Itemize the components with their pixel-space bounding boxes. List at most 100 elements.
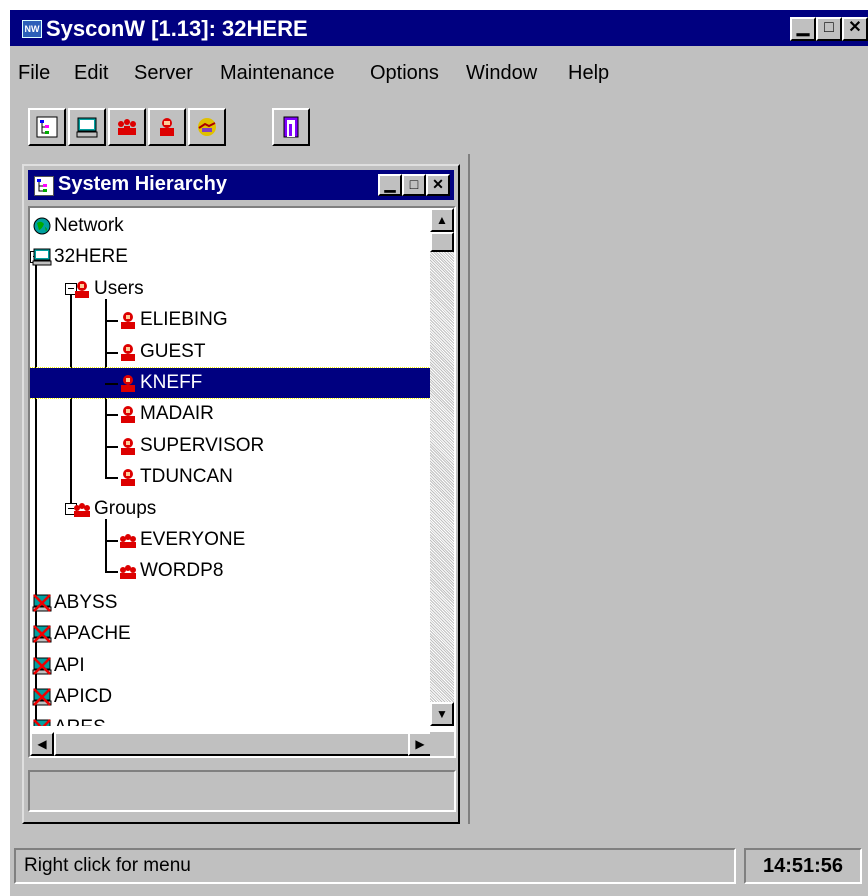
tree-connector: [105, 445, 118, 448]
tree-node-api[interactable]: API: [32, 651, 430, 681]
server-button[interactable]: [68, 108, 106, 146]
user-icon: [75, 280, 89, 298]
tree-node-label: MADAIR: [140, 403, 214, 425]
hierarchy-button[interactable]: [28, 108, 66, 146]
tree-node-wordp8[interactable]: WORDP8: [118, 556, 430, 586]
server-icon: [76, 117, 98, 138]
tree-node-label: Network: [54, 215, 124, 236]
vertical-scrollbar[interactable]: ▲ ▼: [430, 208, 454, 726]
user-button[interactable]: [148, 108, 186, 146]
tree-node-tduncan[interactable]: TDUNCAN: [118, 462, 430, 492]
server-disconnected-icon: [33, 719, 51, 726]
tree-connector: [105, 351, 118, 354]
menu-maintenance[interactable]: Maintenance: [220, 62, 335, 85]
tree-node-madair[interactable]: MADAIR: [118, 399, 430, 429]
close-button[interactable]: ✕: [842, 17, 868, 41]
hierarchy-tree[interactable]: Network 32HERE Users ELIEBING GUEST KNEFF MADA…: [28, 206, 456, 758]
minimize-button[interactable]: ▁: [790, 17, 816, 41]
vertical-scroll-thumb[interactable]: [430, 232, 454, 252]
tree-node-label: SUPERVISOR: [140, 434, 265, 456]
user-icon: [121, 312, 135, 330]
group-icon: [120, 565, 136, 580]
globe-icon: [33, 217, 51, 235]
tree-node-abyss[interactable]: ABYSS: [32, 588, 430, 618]
handshake-icon: [198, 118, 216, 136]
tree-node-label: APICD: [54, 686, 113, 707]
status-bar: Right click for menu 14:51:56: [10, 844, 868, 888]
server-disconnected-icon: [32, 593, 52, 612]
user-icon: [121, 469, 135, 487]
tree-node-label: EVERYONE: [140, 529, 246, 550]
window-controls: ▁ □ ✕: [790, 17, 868, 41]
tree-node-apache[interactable]: APACHE: [32, 619, 430, 649]
tree-node-apicd[interactable]: APICD: [32, 682, 430, 712]
tree-connector: [70, 288, 72, 509]
tree-node-network[interactable]: Network: [32, 211, 430, 241]
tree-node-groups[interactable]: Groups: [72, 494, 430, 524]
scroll-up-button[interactable]: ▲: [430, 208, 454, 232]
app-icon[interactable]: NW: [22, 20, 42, 38]
scroll-left-button[interactable]: ◀: [30, 732, 54, 756]
exit-button[interactable]: [272, 108, 310, 146]
maximize-button[interactable]: □: [816, 17, 842, 41]
tree-node-label: API: [54, 654, 85, 676]
tree-content: Network 32HERE Users ELIEBING GUEST KNEFF MADA…: [30, 208, 432, 726]
server-disconnected-icon: [32, 625, 52, 644]
mdi-client-area: System Hierarchy ▁ □ ✕ Network 32HERE User…: [10, 154, 470, 824]
child-title-bar[interactable]: System Hierarchy ▁ □ ✕: [28, 170, 454, 200]
user-icon: [121, 437, 135, 455]
menu-help[interactable]: Help: [568, 62, 609, 85]
handshake-button[interactable]: [188, 108, 226, 146]
tree-connector: [105, 518, 107, 572]
child-window-controls: ▁ □ ✕: [378, 174, 450, 196]
child-maximize-button[interactable]: □: [402, 174, 426, 196]
system-hierarchy-window: System Hierarchy ▁ □ ✕ Network 32HERE User…: [22, 164, 460, 824]
tree-node-everyone[interactable]: EVERYONE: [118, 525, 430, 555]
tree-node-users[interactable]: Users: [72, 274, 430, 304]
tree-node-label: WORDP8: [140, 560, 224, 582]
tree-connector: [105, 383, 118, 385]
scroll-corner: [430, 732, 454, 756]
tree-connector: [105, 477, 118, 480]
menu-file[interactable]: File: [18, 62, 50, 85]
horizontal-scrollbar[interactable]: ◀ ▶: [30, 732, 432, 756]
user-icon: [121, 375, 135, 392]
tree-node-guest[interactable]: GUEST: [118, 337, 430, 367]
user-icon: [160, 118, 174, 136]
tree-connector: [105, 571, 118, 574]
exit-door-icon: [283, 116, 299, 138]
tree-node-32here[interactable]: 32HERE: [32, 242, 430, 272]
tree-icon: [36, 116, 58, 138]
tree-node-label: ABYSS: [54, 591, 118, 613]
server-disconnected-icon: [32, 688, 52, 706]
tree-connector: [105, 414, 118, 417]
tree-node-supervisor[interactable]: SUPERVISOR: [118, 431, 430, 461]
tree-node-label: GUEST: [140, 340, 206, 362]
menu-server[interactable]: Server: [134, 62, 193, 85]
menu-window[interactable]: Window: [466, 62, 537, 85]
child-close-button[interactable]: ✕: [426, 174, 450, 196]
tree-icon: [34, 176, 54, 196]
tree-connector: [105, 320, 118, 323]
menu-edit[interactable]: Edit: [74, 62, 108, 85]
tree-node-eliebing[interactable]: ELIEBING: [118, 305, 430, 335]
toolbar: [10, 102, 468, 152]
child-status-panel: [28, 770, 456, 812]
scroll-down-button[interactable]: ▼: [430, 702, 454, 726]
server-disconnected-icon: [32, 656, 52, 675]
group-icon: [74, 502, 90, 517]
tree-node-ares[interactable]: ARES: [32, 713, 430, 726]
horizontal-scroll-thumb[interactable]: [54, 732, 424, 756]
tree-node-label: 32HERE: [54, 246, 128, 268]
status-clock: 14:51:56: [744, 848, 862, 884]
scroll-right-button[interactable]: ▶: [408, 732, 432, 756]
title-bar[interactable]: NW SysconW [1.13]: 32HERE ▁ □ ✕: [10, 10, 868, 46]
group-icon: [120, 534, 136, 548]
groups-icon: [118, 119, 136, 135]
child-minimize-button[interactable]: ▁: [378, 174, 402, 196]
tree-node-label: APACHE: [54, 623, 131, 645]
groups-button[interactable]: [108, 108, 146, 146]
menu-options[interactable]: Options: [370, 62, 439, 85]
child-window-title: System Hierarchy: [58, 173, 227, 195]
tree-node-kneff[interactable]: KNEFF: [118, 368, 430, 398]
